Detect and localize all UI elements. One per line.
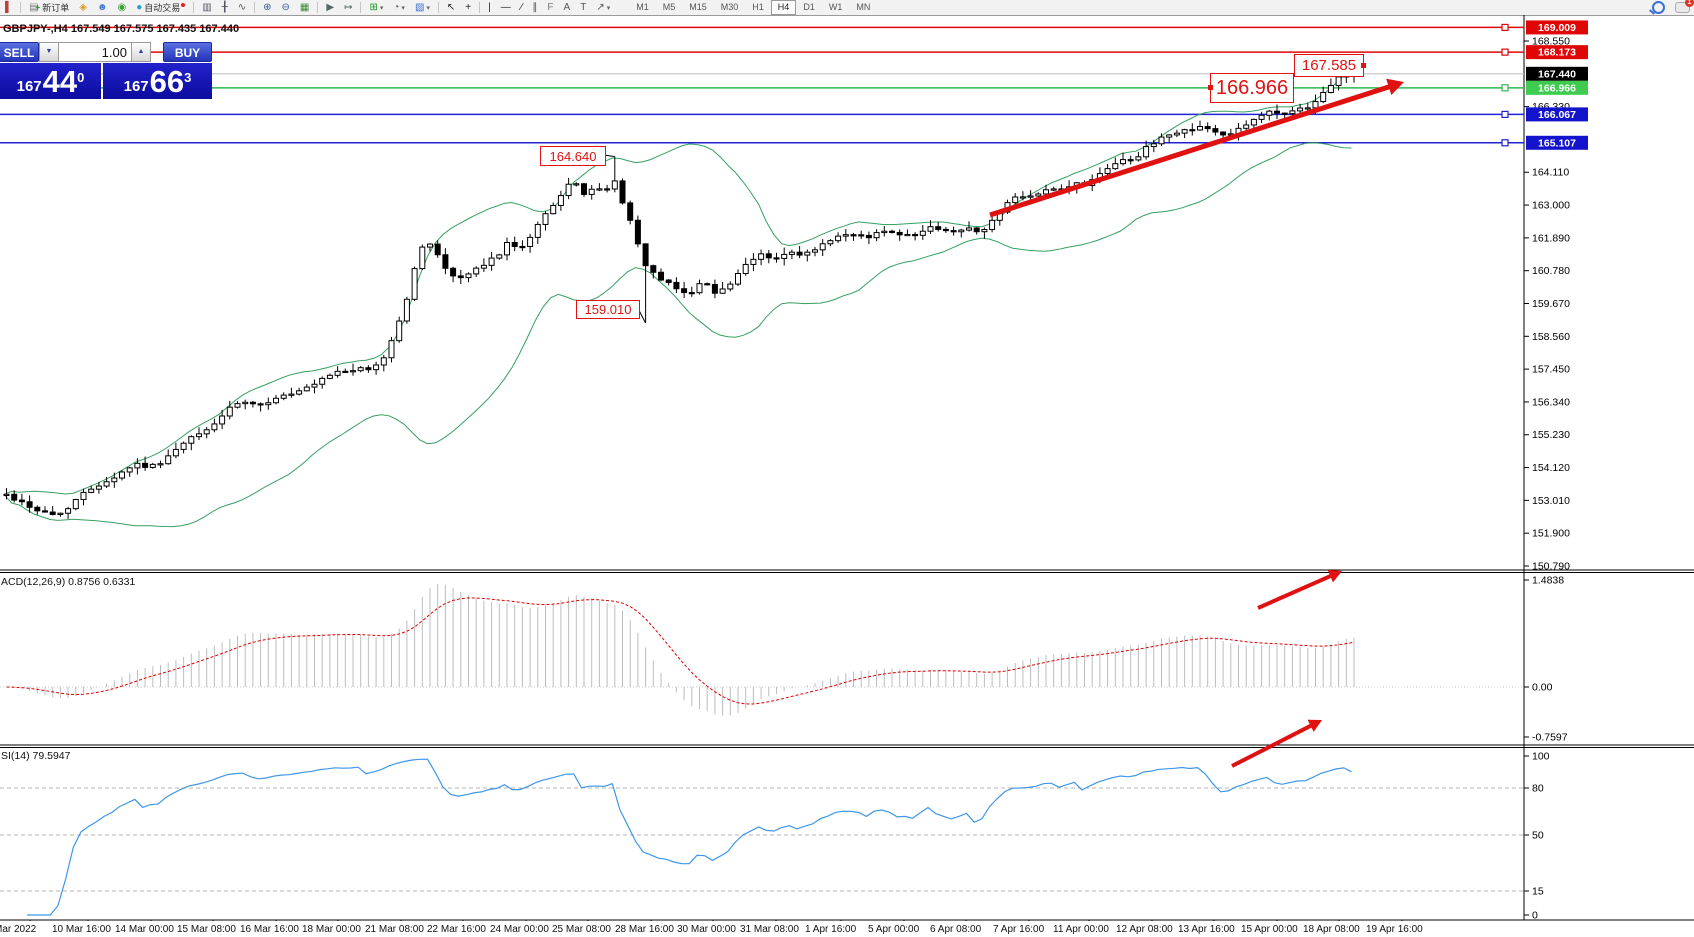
svg-text:150.790: 150.790 [1532, 560, 1570, 572]
svg-text:-0.7597: -0.7597 [1532, 732, 1568, 744]
svg-text:80: 80 [1532, 783, 1544, 795]
mt4-window: ▌▤+新订单◈☻◉●自动交易▥╂∿⊕⊖▦▶↦⊞▾◔▾▧▾↖+|—∕∥FAT↗▾ … [0, 0, 1694, 937]
svg-text:1.4838: 1.4838 [1532, 575, 1564, 587]
time-axis-label: 12 Apr 08:00 [1116, 924, 1173, 935]
sell-price-prefix: 167 [17, 78, 42, 96]
svg-text:50: 50 [1532, 830, 1544, 842]
time-axis-label: 11 Apr 00:00 [1053, 924, 1109, 935]
svg-text:166.067: 166.067 [1538, 109, 1576, 121]
svg-text:151.900: 151.900 [1532, 528, 1570, 540]
one-click-trading-panel: SELL ▼ ▲ BUY 167 44 0 167 66 3 [0, 42, 212, 99]
buy-button[interactable]: BUY [163, 42, 212, 62]
svg-text:0: 0 [1532, 910, 1538, 922]
volume-input[interactable] [59, 42, 131, 62]
svg-text:0.00: 0.00 [1532, 682, 1553, 694]
svg-text:166.966: 166.966 [1538, 82, 1576, 94]
time-axis-label: 28 Mar 16:00 [615, 924, 674, 935]
time-axis-label: 16 Mar 16:00 [240, 924, 299, 935]
svg-text:168.173: 168.173 [1538, 47, 1576, 59]
time-axis-label: 15 Mar 08:00 [177, 924, 236, 935]
svg-text:161.890: 161.890 [1532, 232, 1570, 244]
time-axis-label: Mar 2022 [0, 924, 36, 935]
sell-price-sup: 0 [77, 63, 84, 93]
sell-price-display[interactable]: 167 44 0 [0, 63, 101, 99]
macd-indicator-label: ACD(12,26,9) 0.8756 0.6331 [1, 576, 135, 588]
time-axis-label: 6 Apr 08:00 [930, 924, 981, 935]
svg-text:165.107: 165.107 [1538, 137, 1576, 149]
buy-price-sup: 3 [184, 63, 191, 93]
buy-price-display[interactable]: 167 66 3 [103, 63, 212, 99]
selection-handle[interactable] [1361, 63, 1366, 68]
time-axis-label: 10 Mar 16:00 [52, 924, 111, 935]
time-axis-label: 13 Apr 16:00 [1178, 924, 1235, 935]
svg-text:157.450: 157.450 [1532, 364, 1570, 376]
time-axis-label: 15 Apr 00:00 [1241, 924, 1298, 935]
sell-button[interactable]: SELL [0, 42, 39, 62]
price-annotation-label[interactable]: 167.585 [1294, 54, 1364, 77]
time-axis-label: 21 Mar 08:00 [365, 924, 424, 935]
buy-price-big: 66 [150, 68, 184, 96]
svg-text:155.230: 155.230 [1532, 429, 1570, 441]
chart-canvas[interactable]: 168.550166.330164.110163.000161.890160.7… [0, 0, 1694, 937]
volume-decrease-button[interactable]: ▼ [39, 42, 59, 62]
price-annotation-label[interactable]: 164.640 [540, 146, 606, 166]
chart-ohlc-header: GBPJPY-,H4 167.549 167.575 167.435 167.4… [3, 23, 239, 35]
svg-text:154.120: 154.120 [1532, 462, 1570, 474]
volume-increase-button[interactable]: ▲ [131, 42, 151, 62]
time-axis-label: 18 Mar 00:00 [302, 924, 361, 935]
buy-price-prefix: 167 [124, 78, 149, 96]
svg-text:169.009: 169.009 [1538, 22, 1576, 34]
time-axis-label: 30 Mar 00:00 [677, 924, 736, 935]
svg-text:159.670: 159.670 [1532, 298, 1570, 310]
time-axis-label: 24 Mar 00:00 [490, 924, 549, 935]
svg-text:100: 100 [1532, 751, 1550, 763]
time-axis-label: 31 Mar 08:00 [740, 924, 799, 935]
selection-handle[interactable] [1208, 85, 1213, 90]
svg-text:156.340: 156.340 [1532, 396, 1570, 408]
price-annotation-label[interactable]: 159.010 [576, 300, 640, 319]
svg-text:15: 15 [1532, 886, 1544, 898]
time-axis-label: 7 Apr 16:00 [993, 924, 1044, 935]
time-axis-label: 25 Mar 08:00 [552, 924, 611, 935]
svg-text:158.560: 158.560 [1532, 331, 1570, 343]
svg-text:160.780: 160.780 [1532, 265, 1570, 277]
time-axis-label: 14 Mar 00:00 [115, 924, 174, 935]
sell-price-big: 44 [43, 68, 77, 96]
rsi-indicator-label: SI(14) 79.5947 [1, 750, 70, 762]
time-axis-label: 5 Apr 00:00 [868, 924, 919, 935]
svg-text:153.010: 153.010 [1532, 495, 1570, 507]
time-axis-label: 18 Apr 08:00 [1303, 924, 1360, 935]
price-annotation-label[interactable]: 166.966 [1210, 73, 1294, 103]
time-axis-label: 22 Mar 16:00 [427, 924, 486, 935]
time-axis[interactable]: Mar 2022 10 Mar 16:00 14 Mar 00:0015 Mar 0… [0, 921, 1694, 937]
svg-text:164.110: 164.110 [1532, 167, 1569, 179]
time-axis-label: 1 Apr 16:00 [805, 924, 856, 935]
svg-text:163.000: 163.000 [1532, 200, 1570, 212]
time-axis-label: 19 Apr 16:00 [1366, 924, 1423, 935]
svg-text:167.440: 167.440 [1538, 68, 1576, 80]
